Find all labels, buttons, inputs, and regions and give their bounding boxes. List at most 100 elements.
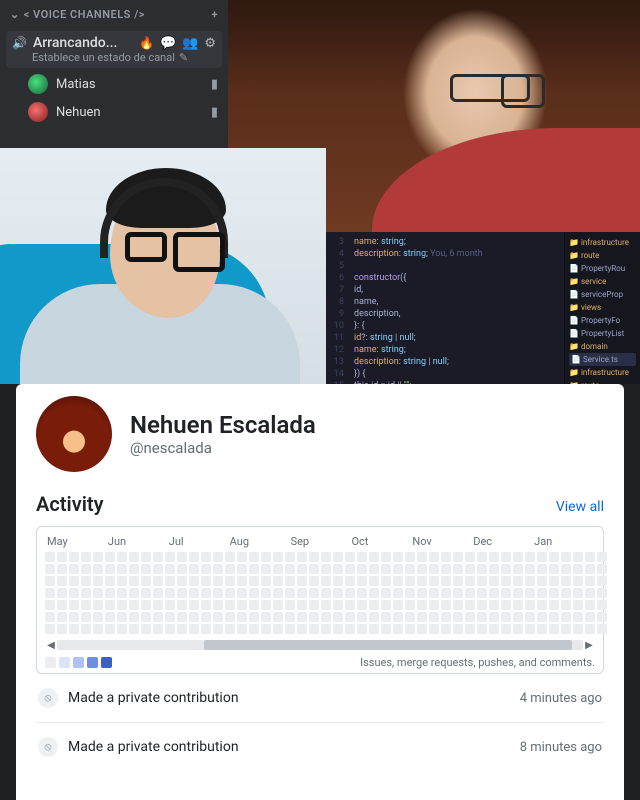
calendar-cell[interactable] — [237, 624, 247, 634]
calendar-cell[interactable] — [333, 588, 343, 598]
calendar-cell[interactable] — [441, 552, 451, 562]
calendar-cell[interactable] — [201, 612, 211, 622]
calendar-cell[interactable] — [249, 576, 259, 586]
calendar-cell[interactable] — [465, 564, 475, 574]
calendar-cell[interactable] — [561, 564, 571, 574]
calendar-cell[interactable] — [297, 588, 307, 598]
calendar-cell[interactable] — [309, 612, 319, 622]
calendar-cell[interactable] — [561, 552, 571, 562]
calendar-cell[interactable] — [177, 564, 187, 574]
calendar-cell[interactable] — [141, 552, 151, 562]
calendar-cell[interactable] — [165, 552, 175, 562]
calendar-cell[interactable] — [177, 576, 187, 586]
calendar-cell[interactable] — [585, 612, 595, 622]
calendar-cell[interactable] — [141, 624, 151, 634]
calendar-cell[interactable] — [393, 552, 403, 562]
calendar-cell[interactable] — [249, 624, 259, 634]
calendar-cell[interactable] — [81, 624, 91, 634]
calendar-cell[interactable] — [477, 600, 487, 610]
calendar-cell[interactable] — [57, 552, 67, 562]
calendar-cell[interactable] — [429, 600, 439, 610]
calendar-cell[interactable] — [477, 552, 487, 562]
calendar-cell[interactable] — [585, 588, 595, 598]
calendar-cell[interactable] — [381, 552, 391, 562]
calendar-cell[interactable] — [381, 576, 391, 586]
calendar-cell[interactable] — [81, 612, 91, 622]
calendar-cell[interactable] — [69, 576, 79, 586]
calendar-cell[interactable] — [93, 576, 103, 586]
calendar-cell[interactable] — [549, 612, 559, 622]
calendar-cell[interactable] — [489, 564, 499, 574]
calendar-cell[interactable] — [525, 552, 535, 562]
calendar-cell[interactable] — [57, 576, 67, 586]
calendar-cell[interactable] — [249, 564, 259, 574]
calendar-cell[interactable] — [369, 600, 379, 610]
calendar-cell[interactable] — [393, 576, 403, 586]
calendar-cell[interactable] — [405, 600, 415, 610]
calendar-cell[interactable] — [117, 600, 127, 610]
calendar-cell[interactable] — [165, 624, 175, 634]
file-tree[interactable]: 📁 infrastructure📁 route📄 PropertyRou📁 se… — [564, 232, 640, 384]
gear-icon[interactable]: ⚙ — [204, 36, 216, 51]
calendar-cell[interactable] — [273, 612, 283, 622]
calendar-cell[interactable] — [405, 612, 415, 622]
calendar-cell[interactable] — [429, 576, 439, 586]
calendar-scrollbar[interactable]: ◀ ▶ — [45, 640, 595, 650]
calendar-cell[interactable] — [129, 624, 139, 634]
calendar-cell[interactable] — [105, 588, 115, 598]
calendar-cell[interactable] — [573, 576, 583, 586]
calendar-cell[interactable] — [393, 624, 403, 634]
calendar-cell[interactable] — [513, 564, 523, 574]
calendar-cell[interactable] — [381, 612, 391, 622]
calendar-cell[interactable] — [237, 600, 247, 610]
tree-file[interactable]: 📄 PropertyFo — [569, 314, 636, 327]
calendar-cell[interactable] — [381, 624, 391, 634]
calendar-cell[interactable] — [177, 612, 187, 622]
calendar-cell[interactable] — [117, 564, 127, 574]
calendar-cell[interactable] — [69, 624, 79, 634]
calendar-cell[interactable] — [489, 600, 499, 610]
calendar-cell[interactable] — [369, 576, 379, 586]
calendar-cell[interactable] — [141, 612, 151, 622]
calendar-cell[interactable] — [345, 600, 355, 610]
calendar-cell[interactable] — [573, 624, 583, 634]
calendar-cell[interactable] — [321, 600, 331, 610]
calendar-cell[interactable] — [573, 588, 583, 598]
calendar-cell[interactable] — [537, 624, 547, 634]
calendar-cell[interactable] — [357, 612, 367, 622]
calendar-cell[interactable] — [189, 588, 199, 598]
calendar-cell[interactable] — [117, 576, 127, 586]
contribution-row[interactable]: ⦸ Made a private contribution 4 minutes … — [36, 674, 604, 722]
calendar-cell[interactable] — [237, 564, 247, 574]
calendar-cell[interactable] — [585, 624, 595, 634]
calendar-cell[interactable] — [357, 624, 367, 634]
calendar-cell[interactable] — [45, 564, 55, 574]
calendar-cell[interactable] — [549, 564, 559, 574]
calendar-cell[interactable] — [213, 552, 223, 562]
calendar-cell[interactable] — [501, 612, 511, 622]
calendar-cell[interactable] — [189, 624, 199, 634]
calendar-cell[interactable] — [177, 600, 187, 610]
calendar-cell[interactable] — [417, 612, 427, 622]
calendar-cell[interactable] — [273, 552, 283, 562]
calendar-cell[interactable] — [309, 576, 319, 586]
calendar-cell[interactable] — [585, 564, 595, 574]
calendar-cell[interactable] — [357, 552, 367, 562]
calendar-cell[interactable] — [201, 552, 211, 562]
calendar-cell[interactable] — [165, 600, 175, 610]
calendar-cell[interactable] — [465, 588, 475, 598]
calendar-cell[interactable] — [81, 576, 91, 586]
calendar-cell[interactable] — [597, 624, 607, 634]
calendar-cell[interactable] — [153, 576, 163, 586]
calendar-cell[interactable] — [261, 624, 271, 634]
scroll-left-icon[interactable]: ◀ — [45, 640, 57, 651]
calendar-cell[interactable] — [117, 624, 127, 634]
calendar-cell[interactable] — [429, 612, 439, 622]
voice-user[interactable]: Matias ▮ — [0, 70, 228, 98]
calendar-cell[interactable] — [309, 564, 319, 574]
calendar-cell[interactable] — [537, 612, 547, 622]
calendar-cell[interactable] — [453, 564, 463, 574]
calendar-cell[interactable] — [153, 588, 163, 598]
calendar-cell[interactable] — [549, 624, 559, 634]
calendar-cell[interactable] — [585, 552, 595, 562]
